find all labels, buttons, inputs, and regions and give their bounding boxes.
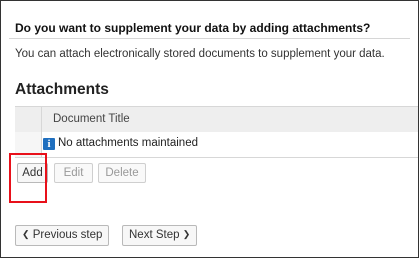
attachments-table: Document Title i No attachments maintain… [15, 106, 418, 158]
previous-step-label: Previous step [32, 229, 103, 241]
empty-table-message: No attachments maintained [58, 137, 198, 149]
next-step-button[interactable]: Next Step ❯ [122, 225, 198, 246]
edit-button[interactable]: Edit [54, 163, 93, 183]
chevron-right-icon: ❯ [182, 229, 191, 239]
table-row: i No attachments maintained [15, 132, 418, 158]
previous-step-button[interactable]: ❮ Previous step [15, 225, 110, 246]
next-step-label: Next Step [129, 229, 180, 241]
highlight-box [9, 153, 47, 203]
question-heading: Do you want to supplement your data by a… [15, 21, 371, 35]
info-icon: i [43, 138, 55, 150]
select-all-cell[interactable] [15, 107, 42, 132]
table-header: Document Title [15, 106, 418, 133]
section-title: Attachments [15, 81, 109, 98]
delete-button[interactable]: Delete [98, 163, 146, 183]
chevron-left-icon: ❮ [22, 229, 30, 239]
attachments-panel: Do you want to supplement your data by a… [0, 0, 419, 258]
hint-text: You can attach electronically stored doc… [15, 48, 385, 60]
divider [9, 38, 410, 39]
column-header-document-title[interactable]: Document Title [53, 113, 130, 125]
